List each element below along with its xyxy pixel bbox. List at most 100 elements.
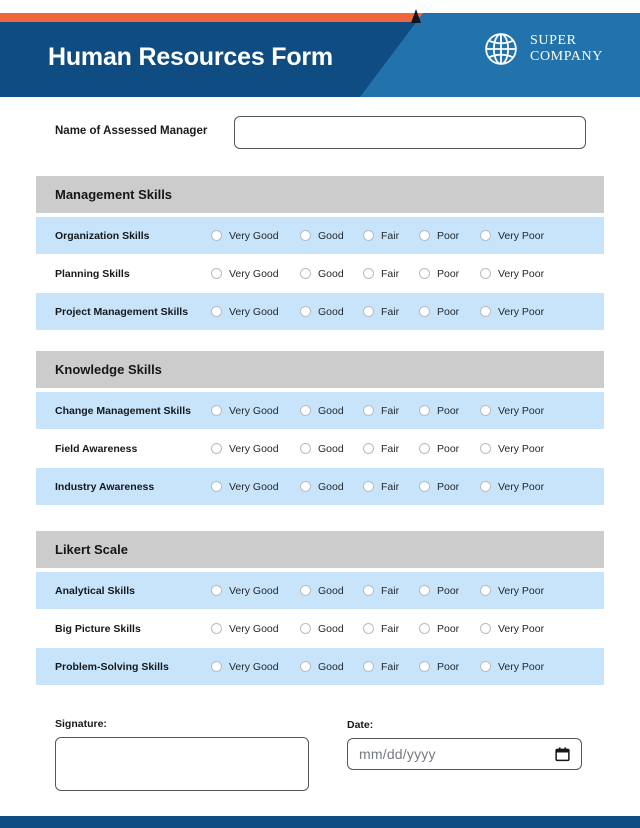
radio-option[interactable]: Very Good: [211, 661, 300, 673]
radio-button[interactable]: [419, 230, 430, 241]
radio-button[interactable]: [480, 481, 491, 492]
radio-button[interactable]: [300, 443, 311, 454]
row-label: Analytical Skills: [55, 584, 135, 597]
radio-button[interactable]: [211, 661, 222, 672]
radio-button[interactable]: [211, 405, 222, 416]
radio-button[interactable]: [363, 661, 374, 672]
radio-button[interactable]: [211, 268, 222, 279]
radio-option[interactable]: Good: [300, 585, 363, 597]
radio-option[interactable]: Very Poor: [480, 268, 560, 280]
radio-option[interactable]: Fair: [363, 481, 419, 493]
radio-button[interactable]: [419, 623, 430, 634]
calendar-icon[interactable]: [555, 747, 570, 762]
radio-option[interactable]: Very Poor: [480, 306, 560, 318]
radio-button[interactable]: [211, 481, 222, 492]
radio-option-label: Poor: [437, 267, 460, 280]
radio-button[interactable]: [211, 623, 222, 634]
radio-option[interactable]: Fair: [363, 230, 419, 242]
radio-button[interactable]: [363, 443, 374, 454]
radio-option[interactable]: Very Good: [211, 230, 300, 242]
radio-button[interactable]: [419, 481, 430, 492]
radio-option[interactable]: Fair: [363, 661, 419, 673]
radio-button[interactable]: [300, 306, 311, 317]
date-input[interactable]: mm/dd/yyyy: [347, 738, 582, 770]
radio-button[interactable]: [363, 306, 374, 317]
radio-option[interactable]: Fair: [363, 306, 419, 318]
radio-option[interactable]: Poor: [419, 623, 480, 635]
radio-button[interactable]: [300, 405, 311, 416]
radio-button[interactable]: [480, 268, 491, 279]
radio-option[interactable]: Fair: [363, 585, 419, 597]
radio-option[interactable]: Very Poor: [480, 230, 560, 242]
radio-button[interactable]: [363, 268, 374, 279]
radio-button[interactable]: [211, 230, 222, 241]
radio-option[interactable]: Very Good: [211, 268, 300, 280]
radio-option[interactable]: Very Poor: [480, 585, 560, 597]
radio-button[interactable]: [480, 443, 491, 454]
radio-button[interactable]: [419, 306, 430, 317]
radio-option[interactable]: Very Poor: [480, 481, 560, 493]
radio-button[interactable]: [363, 481, 374, 492]
radio-button[interactable]: [300, 268, 311, 279]
radio-option[interactable]: Very Good: [211, 481, 300, 493]
radio-option[interactable]: Very Poor: [480, 405, 560, 417]
signature-input[interactable]: [55, 737, 309, 791]
radio-button[interactable]: [480, 623, 491, 634]
radio-option[interactable]: Very Good: [211, 585, 300, 597]
radio-option[interactable]: Poor: [419, 405, 480, 417]
radio-option[interactable]: Very Poor: [480, 623, 560, 635]
radio-option[interactable]: Very Poor: [480, 661, 560, 673]
radio-option[interactable]: Very Poor: [480, 443, 560, 455]
radio-option[interactable]: Very Good: [211, 405, 300, 417]
assessed-manager-input[interactable]: [234, 116, 586, 149]
radio-button[interactable]: [211, 585, 222, 596]
radio-button[interactable]: [419, 443, 430, 454]
radio-button[interactable]: [300, 623, 311, 634]
radio-option[interactable]: Fair: [363, 405, 419, 417]
radio-option[interactable]: Poor: [419, 585, 480, 597]
radio-option[interactable]: Good: [300, 623, 363, 635]
radio-button[interactable]: [363, 405, 374, 416]
radio-option[interactable]: Poor: [419, 230, 480, 242]
radio-button[interactable]: [300, 585, 311, 596]
radio-option[interactable]: Good: [300, 443, 363, 455]
radio-option[interactable]: Poor: [419, 306, 480, 318]
radio-button[interactable]: [300, 481, 311, 492]
radio-button[interactable]: [480, 585, 491, 596]
date-label: Date:: [347, 719, 374, 731]
radio-button[interactable]: [480, 306, 491, 317]
section-rows: Analytical Skills Very Good Good Fair Poor Ve…: [36, 572, 604, 685]
radio-button[interactable]: [419, 268, 430, 279]
radio-option[interactable]: Good: [300, 661, 363, 673]
radio-button[interactable]: [480, 405, 491, 416]
radio-option[interactable]: Good: [300, 481, 363, 493]
rating-options: Very Good Good Fair Poor Very Poor: [211, 405, 560, 417]
section-header: Likert Scale: [36, 531, 604, 568]
radio-button[interactable]: [363, 623, 374, 634]
radio-button[interactable]: [363, 585, 374, 596]
radio-button[interactable]: [300, 661, 311, 672]
radio-button[interactable]: [211, 306, 222, 317]
radio-option[interactable]: Poor: [419, 661, 480, 673]
radio-option[interactable]: Very Good: [211, 443, 300, 455]
radio-button[interactable]: [419, 405, 430, 416]
radio-button[interactable]: [300, 230, 311, 241]
radio-option[interactable]: Very Good: [211, 306, 300, 318]
radio-option[interactable]: Poor: [419, 268, 480, 280]
radio-button[interactable]: [480, 661, 491, 672]
radio-option[interactable]: Good: [300, 268, 363, 280]
radio-button[interactable]: [419, 585, 430, 596]
radio-option[interactable]: Good: [300, 405, 363, 417]
radio-option[interactable]: Fair: [363, 443, 419, 455]
radio-option[interactable]: Fair: [363, 623, 419, 635]
radio-button[interactable]: [419, 661, 430, 672]
radio-option[interactable]: Good: [300, 230, 363, 242]
radio-option[interactable]: Poor: [419, 443, 480, 455]
radio-button[interactable]: [480, 230, 491, 241]
radio-button[interactable]: [363, 230, 374, 241]
radio-option[interactable]: Fair: [363, 268, 419, 280]
radio-button[interactable]: [211, 443, 222, 454]
radio-option[interactable]: Very Good: [211, 623, 300, 635]
radio-option[interactable]: Poor: [419, 481, 480, 493]
radio-option[interactable]: Good: [300, 306, 363, 318]
